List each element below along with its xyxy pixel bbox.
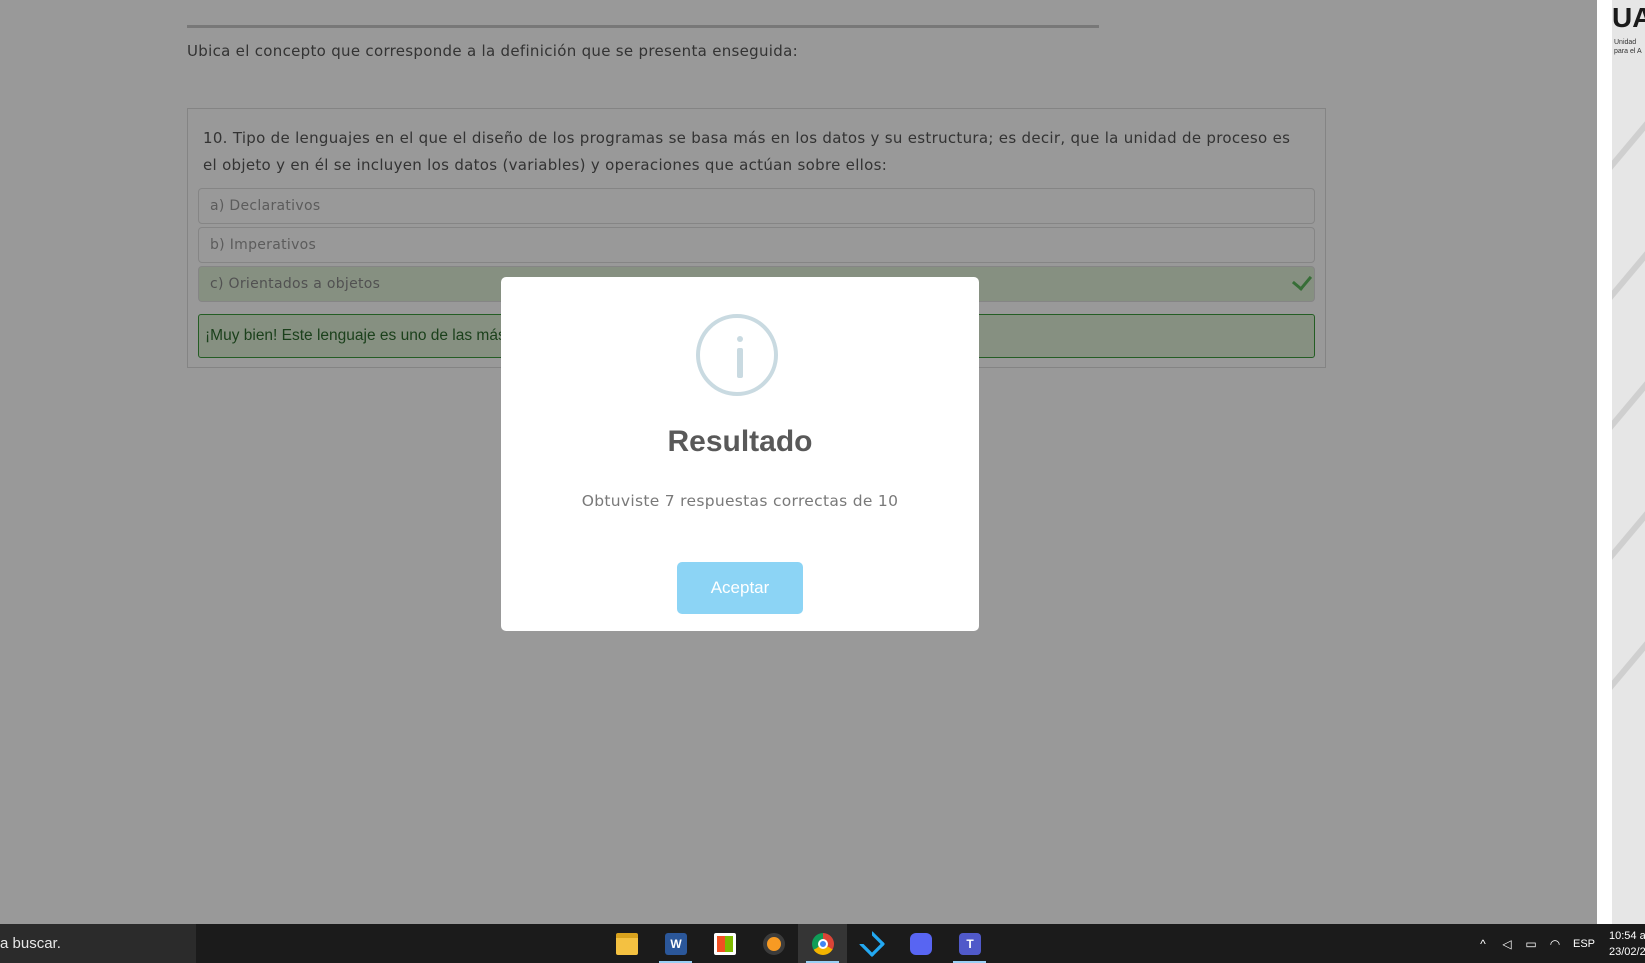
- taskbar: a buscar. W T ^ ◁ ▭ ◠ ESP 10:54 a 23/02/…: [0, 924, 1645, 963]
- side-panel: UA Unidad para el A: [1612, 0, 1645, 924]
- info-icon: [696, 314, 778, 396]
- taskbar-store[interactable]: [700, 924, 749, 963]
- taskbar-fl-studio[interactable]: [749, 924, 798, 963]
- clock-time: 10:54 a: [1609, 929, 1645, 942]
- wifi-icon[interactable]: ◠: [1543, 937, 1567, 951]
- taskbar-search[interactable]: a buscar.: [0, 924, 196, 963]
- clock[interactable]: 10:54 a 23/02/2: [1609, 928, 1645, 960]
- chevron-up-icon[interactable]: ^: [1471, 937, 1495, 951]
- taskbar-vscode[interactable]: [847, 924, 896, 963]
- result-dialog: Resultado Obtuviste 7 respuestas correct…: [501, 277, 979, 631]
- taskbar-chrome[interactable]: [798, 924, 847, 963]
- system-tray: ^ ◁ ▭ ◠ ESP 10:54 a 23/02/2: [1471, 924, 1645, 963]
- teams-icon: T: [959, 933, 981, 955]
- discord-icon: [910, 933, 932, 955]
- ua-logo-subtitle: Unidad para el A: [1614, 39, 1642, 55]
- clock-date: 23/02/2: [1609, 945, 1645, 958]
- taskbar-discord[interactable]: [896, 924, 945, 963]
- ua-logo: UA: [1612, 2, 1645, 33]
- vscode-icon: [858, 930, 886, 958]
- taskbar-file-explorer[interactable]: [602, 924, 651, 963]
- store-icon: [714, 933, 736, 955]
- taskbar-teams[interactable]: T: [945, 924, 994, 963]
- chrome-icon: [812, 933, 834, 955]
- accept-button[interactable]: Aceptar: [677, 562, 803, 614]
- language-indicator[interactable]: ESP: [1573, 938, 1595, 950]
- word-icon: W: [665, 933, 687, 955]
- file-explorer-icon: [616, 933, 638, 955]
- volume-icon[interactable]: ◁: [1495, 937, 1519, 951]
- taskbar-word[interactable]: W: [651, 924, 700, 963]
- dialog-message: Obtuviste 7 respuestas correctas de 10: [581, 492, 899, 510]
- fl-studio-icon: [763, 933, 785, 955]
- dialog-title: Resultado: [667, 425, 813, 458]
- battery-icon[interactable]: ▭: [1519, 937, 1543, 951]
